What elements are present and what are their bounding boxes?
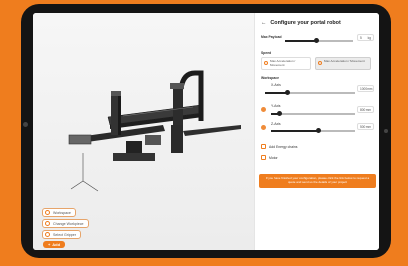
request-quote-banner[interactable]: If you have finished your configuration,…	[259, 174, 376, 188]
y-axis-color-dot	[261, 107, 266, 112]
z-axis-label: Z-Axis	[271, 122, 281, 126]
change-workpiece-button[interactable]: Change Workpiece	[42, 219, 89, 228]
max-payload-field[interactable]: 5 kg	[357, 34, 374, 41]
y-axis-slider-knob[interactable]	[277, 111, 282, 116]
page-title: Configure your portal robot	[270, 20, 341, 26]
max-payload-slider[interactable]	[285, 38, 353, 43]
x-axis-slider[interactable]	[265, 90, 355, 95]
max-payload-label: Max Payload	[261, 35, 282, 39]
workspace-button[interactable]: Workspace	[42, 208, 76, 217]
y-axis-slider[interactable]	[271, 111, 355, 116]
z-axis-field[interactable]: 500 mm	[357, 123, 374, 130]
model-viewer[interactable]: Workspace Change Workpiece Select Grippe…	[33, 13, 254, 250]
speed-option-2[interactable]: Max Acceleration / Movement	[315, 57, 371, 70]
box-icon	[45, 221, 50, 226]
x-axis-slider-knob[interactable]	[285, 90, 290, 95]
z-axis-slider-knob[interactable]	[316, 128, 321, 133]
config-panel: ← Configure your portal robot Max Payloa…	[254, 13, 379, 250]
radio-icon	[318, 60, 322, 65]
tablet-frame: Workspace Change Workpiece Select Grippe…	[21, 4, 391, 258]
camera-dot	[23, 122, 28, 127]
plus-icon: +	[47, 242, 51, 247]
add-button[interactable]: + Add	[43, 241, 65, 248]
z-axis-color-dot	[261, 125, 266, 130]
speed-option-1[interactable]: Max Acceleration / Movement	[261, 57, 311, 70]
cube-icon	[45, 210, 50, 215]
max-payload-slider-knob[interactable]	[314, 38, 319, 43]
y-axis-label: Y-Axis	[271, 104, 281, 108]
app-screen: Workspace Change Workpiece Select Grippe…	[33, 13, 379, 250]
radio-icon	[264, 60, 268, 65]
motor-label: Motor	[269, 156, 278, 160]
speed-label: Speed	[261, 51, 272, 55]
energy-chain-checkbox[interactable]	[261, 144, 266, 149]
panel-header: ← Configure your portal robot	[261, 20, 341, 26]
x-axis-label: X-Axis	[271, 83, 281, 87]
z-axis-slider[interactable]	[271, 128, 355, 133]
x-axis-field[interactable]: 1000 mm	[357, 85, 374, 92]
gripper-icon	[45, 232, 50, 237]
y-axis-field[interactable]: 800 mm	[357, 106, 374, 113]
motor-checkbox[interactable]	[261, 155, 266, 160]
arrow-left-icon[interactable]: ←	[261, 20, 266, 26]
select-gripper-button[interactable]: Select Gripper	[42, 230, 81, 239]
energy-chain-label: Add Energy chains	[269, 145, 298, 149]
axes-gizmo	[70, 153, 99, 192]
workspace-label: Workspace	[261, 76, 280, 80]
home-dot	[384, 129, 388, 133]
